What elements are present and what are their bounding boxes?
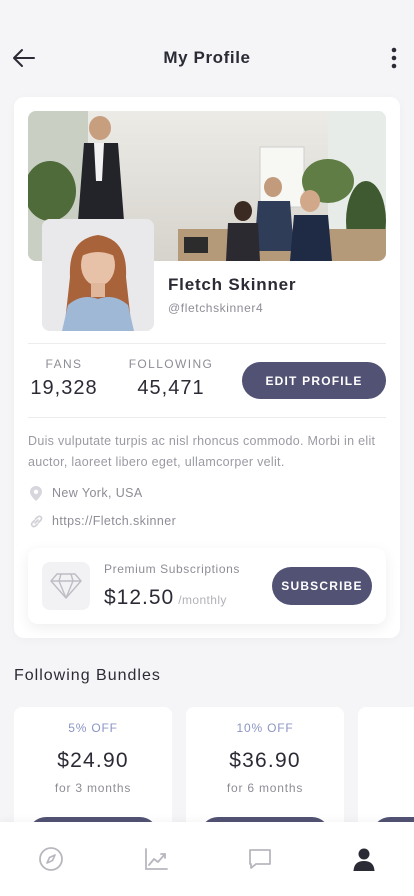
fans-stat: FANS 19,328 [28,357,100,400]
website-row[interactable]: https://Fletch.skinner [28,513,176,529]
fans-label: FANS [45,357,83,371]
location-pin-icon [28,485,44,501]
chat-icon[interactable] [245,844,275,874]
following-value: 45,471 [137,377,205,399]
bundle-discount: 1 [358,721,414,735]
page-title: My Profile [163,48,251,67]
diamond-icon [42,562,90,610]
subscribe-button[interactable]: SUBSCRIBE [272,567,372,605]
following-stat: FOLLOWING 45,471 [126,357,216,400]
profile-bio: Duis vulputate turpis ac nisl rhoncus co… [28,434,376,469]
location-text: New York, USA [52,486,143,500]
subscription-price: $12.50 [104,586,175,609]
bundle-discount: 10% OFF [236,721,294,735]
chart-icon[interactable] [141,844,171,874]
bundle-period: for [358,781,414,795]
profile-handle: @fletchskinner4 [168,301,264,315]
bundle-price: $36.90 [229,749,301,772]
profile-name: Fletch Skinner [168,275,297,294]
avatar[interactable] [42,219,154,331]
bundle-period: for 3 months [54,781,132,795]
subscription-label: Premium Subscriptions [104,562,240,576]
bundle-card[interactable]: 1 $4 for [358,707,414,837]
subscription-card: Premium Subscriptions $12.50/monthly SUB… [28,548,386,624]
profile-card: Fletch Skinner @fletchskinner4 FANS 19,3… [14,97,400,638]
bundle-card[interactable]: 10% OFF $36.90 for 6 months [186,707,344,837]
divider [28,417,386,418]
bundle-price: $24.90 [57,749,129,772]
location-row: New York, USA [28,485,143,501]
bundle-card[interactable]: 5% OFF $24.90 for 3 months [14,707,172,837]
link-icon [28,513,44,529]
bundle-discount: 5% OFF [68,721,118,735]
app-header: My Profile [0,0,414,96]
bundles-title: Following Bundles [14,667,161,684]
fans-value: 19,328 [30,377,98,399]
edit-profile-button[interactable]: EDIT PROFILE [242,362,386,399]
bottom-nav [0,822,414,896]
subscription-price-row: $12.50/monthly [104,586,227,610]
following-label: FOLLOWING [128,357,214,371]
user-icon[interactable] [349,844,379,874]
website-link[interactable]: https://Fletch.skinner [52,514,176,528]
divider [28,343,386,344]
more-vertical-icon[interactable] [380,44,408,72]
bundle-period: for 6 months [226,781,304,795]
bundle-price: $4 [358,749,414,773]
compass-icon[interactable] [36,844,66,874]
subscription-period: /monthly [178,593,227,607]
